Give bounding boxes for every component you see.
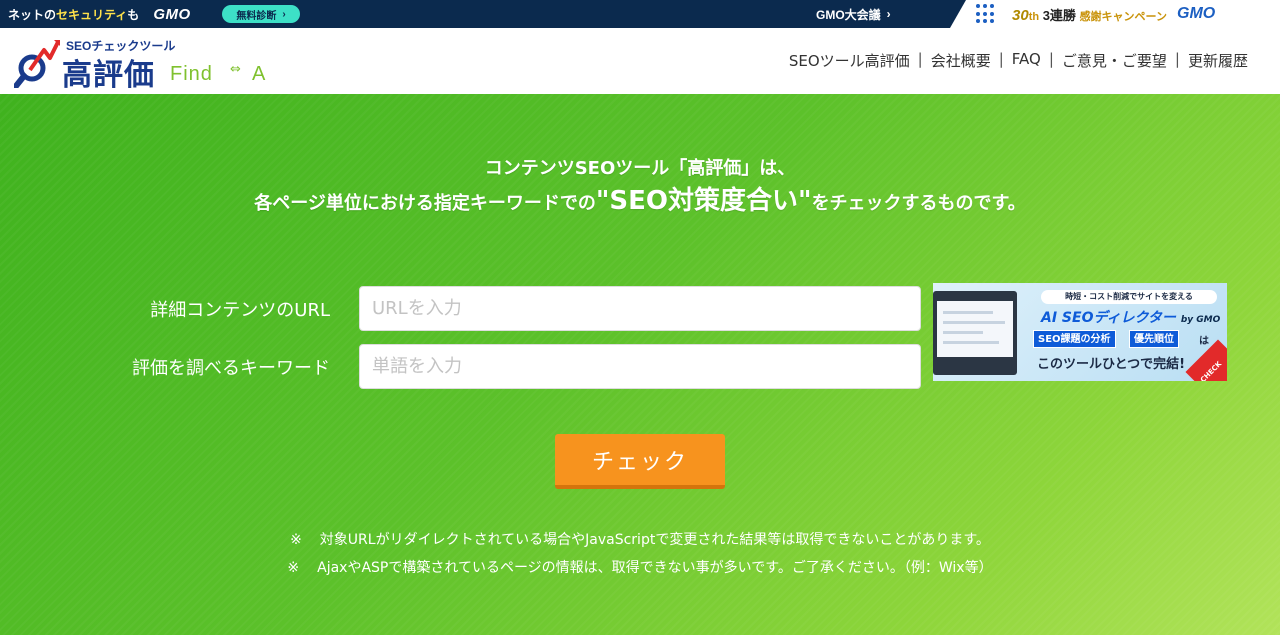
note-item: ※ AjaxやASPで構築されているページの情報は、取得できない事が多いです。ご… <box>0 554 1280 582</box>
tagline-highlight: セキュリティ <box>56 7 128 22</box>
gmo-meeting-link[interactable]: GMO大会議 › <box>816 0 891 28</box>
ad-title-by: by GMO <box>1180 315 1221 325</box>
note-item: ※ 対象URLがリダイレクトされている場合やJavaScriptで変更された結果… <box>0 526 1280 554</box>
logo-find: Find <box>170 63 213 85</box>
ad-tag-analysis: SEO課題の分析 <box>1033 330 1116 348</box>
keyword-input[interactable] <box>359 344 921 389</box>
gmo-topbar: ネットの セキュリティ も GMO 無料診断 › GMO大会議 › 30th 3… <box>0 0 1280 28</box>
lead-line-2-post: をチェックするものです。 <box>811 193 1026 214</box>
campaign-wins: 3連勝 <box>1042 7 1076 23</box>
nav-company[interactable]: 会社概要 <box>923 50 999 71</box>
gmo-meeting-label: GMO大会議 <box>816 7 881 22</box>
hero-lead: コンテンツSEOツール「高評価」は、 各ページ単位における指定キーワードでの"S… <box>0 154 1280 221</box>
campaign-unit: th <box>1028 10 1040 23</box>
keyword-label: 評価を調べるキーワード <box>132 358 330 379</box>
chevron-right-icon: › <box>886 7 891 21</box>
magnifier-logo-icon <box>14 40 60 88</box>
nav-seo-tool[interactable]: SEOツール高評価 <box>781 50 918 71</box>
site-header: SEOチェックツール 高評価 Find ⇔ A SEOツール高評価 | 会社概要… <box>0 28 1280 94</box>
check-button[interactable]: チェック <box>555 434 725 489</box>
ad-top-text: 時短・コスト削減でサイトを変える <box>1041 290 1217 304</box>
site-logo[interactable]: SEOチェックツール 高評価 Find ⇔ A <box>14 36 284 93</box>
hero-section: コンテンツSEOツール「高評価」は、 各ページ単位における指定キーワードでの"S… <box>0 94 1280 635</box>
ad-tag-priority: 優先順位 <box>1129 330 1179 348</box>
notes-list: ※ 対象URLがリダイレクトされている場合やJavaScriptで変更された結果… <box>0 526 1280 582</box>
lead-emphasis: "SEO対策度合い" <box>595 186 812 216</box>
note-mark: ※ <box>287 560 300 576</box>
free-diagnosis-button[interactable]: 無料診断 › <box>222 5 300 23</box>
note-mark: ※ <box>290 532 302 548</box>
lead-line-2-pre: 各ページ単位における指定キーワードでの <box>254 193 596 214</box>
gmo-campaign-banner[interactable]: 30th 3連勝 感謝キャンペーン GMO <box>950 0 1280 28</box>
swap-arrows-icon: ⇔ <box>230 62 241 77</box>
gmo-security-banner[interactable]: ネットの セキュリティ も GMO <box>8 0 191 28</box>
lead-line-1: コンテンツSEOツール「高評価」は、 <box>484 158 796 179</box>
campaign-sub: 感謝キャンペーン <box>1079 10 1168 23</box>
gmo-logo: GMO <box>1177 5 1216 22</box>
note-text: AjaxやASPで構築されているページの情報は、取得できない事が多いです。ご了承… <box>317 560 993 576</box>
main-nav: SEOツール高評価 | 会社概要 | FAQ | ご意見・ご要望 | 更新履歴 <box>781 50 1256 71</box>
nav-feedback[interactable]: ご意見・ご要望 <box>1054 50 1175 71</box>
lead-line-2: 各ページ単位における指定キーワードでの"SEO対策度合い"をチェックするものです… <box>0 184 1280 221</box>
logo-a: A <box>252 63 266 85</box>
nav-faq[interactable]: FAQ <box>1004 50 1049 71</box>
url-input[interactable] <box>359 286 921 331</box>
laptop-illustration <box>933 291 1017 375</box>
ad-particle: は <box>1199 336 1209 347</box>
note-text: 対象URLがリダイレクトされている場合やJavaScriptで変更された結果等は… <box>319 532 990 548</box>
nav-changelog[interactable]: 更新履歴 <box>1180 50 1256 71</box>
tagline-pre: ネットの <box>8 7 57 22</box>
campaign-text: 30th 3連勝 感謝キャンペーン <box>1012 5 1167 24</box>
url-label: 詳細コンテンツのURL <box>150 300 330 321</box>
app-grid-icon[interactable] <box>976 4 996 24</box>
free-diagnosis-label: 無料診断 <box>236 10 277 22</box>
tagline-post: も <box>127 7 140 22</box>
laptop-screen <box>937 301 1013 357</box>
ad-title-text: AI SEOディレクター <box>1041 310 1176 326</box>
ai-seo-director-banner[interactable]: 時短・コスト削減でサイトを変える AI SEOディレクター by GMO SEO… <box>933 283 1227 381</box>
gmo-logo: GMO <box>153 5 191 23</box>
logo-title: 高評価 <box>62 58 155 93</box>
ad-footer-text: このツールひとつで完結! <box>1037 357 1186 372</box>
campaign-number: 30 <box>1012 6 1029 24</box>
ad-title: AI SEOディレクター by GMO <box>1041 307 1220 327</box>
chevron-right-icon: › <box>282 8 286 20</box>
